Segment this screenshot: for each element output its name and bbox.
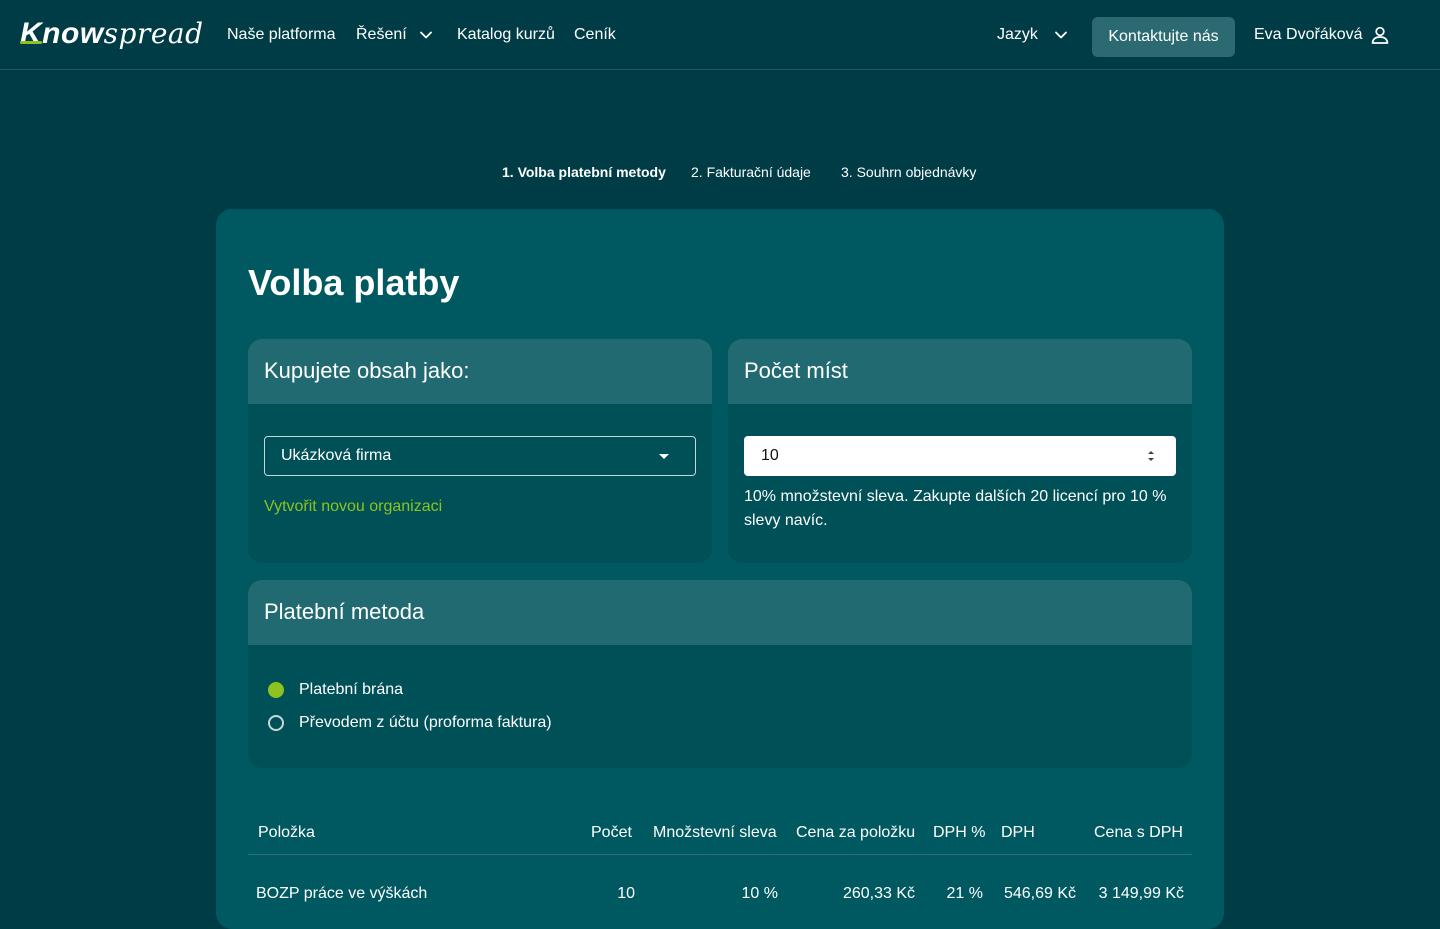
page-title: Volba platby: [248, 262, 460, 303]
language-selector[interactable]: Jazyk: [997, 24, 1038, 46]
cell-vat: 546,69 Kč: [1003, 885, 1076, 902]
column-header-vat-percent: DPH %: [933, 824, 986, 841]
step-payment-method[interactable]: 1. Volba platební metody: [502, 162, 666, 182]
user-menu-name[interactable]: Eva Dvořáková: [1254, 24, 1363, 46]
seats-panel-title: Počet míst: [744, 358, 848, 383]
payment-method-title: Platební metoda: [264, 599, 425, 624]
step-billing-details[interactable]: 2. Fakturační údaje: [691, 162, 811, 182]
seats-panel: Počet míst 10 10% množstevní sleva. Zaku…: [728, 339, 1192, 563]
payment-method-panel: Platební metoda Platební brána Převodem …: [248, 580, 1192, 768]
user-icon[interactable]: [1370, 25, 1390, 45]
table-row: BOZP práce ve výškách 10 10 % 260,33 Kč …: [248, 879, 1192, 909]
nav-link-platform[interactable]: Naše platforma: [227, 24, 336, 46]
payment-option-label: Platební brána: [299, 681, 404, 698]
payment-method-header: Platební metoda: [248, 580, 1192, 645]
chevron-down-icon[interactable]: [418, 27, 434, 43]
caret-down-icon: [659, 454, 669, 459]
volume-discount-note: 10% množstevní sleva. Zakupte dalších 20…: [744, 488, 1167, 529]
nav-link-pricing[interactable]: Ceník: [574, 24, 616, 46]
seats-count-input[interactable]: 10: [744, 436, 1176, 476]
chevron-down-icon[interactable]: [1053, 27, 1069, 43]
cell-unit-price: 260,33 Kč: [842, 885, 915, 902]
organization-select-value: Ukázková firma: [281, 447, 392, 464]
cell-price-with-vat: 3 149,99 Kč: [1098, 885, 1184, 902]
nav-link-course-catalog[interactable]: Katalog kurzů: [457, 24, 555, 46]
cell-item-name: BOZP práce ve výškách: [256, 885, 428, 902]
logo-light-text: spread: [103, 17, 204, 50]
column-header-vat: DPH: [1001, 824, 1035, 841]
nav-link-solutions[interactable]: Řešení: [356, 24, 407, 46]
column-header-volume-discount: Množstevní sleva: [653, 824, 777, 841]
create-organization-link[interactable]: Vytvořit novou organizaci: [264, 497, 442, 517]
buyer-panel-title: Kupujete obsah jako:: [264, 358, 470, 383]
seats-count-value: 10: [761, 447, 779, 464]
column-header-item: Položka: [258, 824, 315, 841]
buyer-panel: Kupujete obsah jako: Ukázková firma Vytv…: [248, 339, 712, 563]
logo-bold-text: Know: [20, 17, 104, 50]
cell-count: 10: [617, 885, 635, 902]
organization-select[interactable]: Ukázková firma: [264, 436, 696, 476]
column-header-price-with-vat: Cena s DPH: [1094, 824, 1183, 841]
payment-card: Volba platby Kupujete obsah jako: Ukázko…: [216, 209, 1224, 929]
checkout-steps: 1. Volba platební metody 2. Fakturační ú…: [0, 162, 1440, 182]
cell-vat-percent: 21 %: [946, 885, 983, 902]
knowspread-logo[interactable]: Knowspread: [20, 14, 204, 54]
seats-panel-header: Počet míst: [728, 339, 1192, 404]
order-table-header: Položka Počet Množstevní sleva Cena za p…: [248, 821, 1192, 855]
column-header-count: Počet: [591, 824, 632, 841]
radio-unchecked-icon[interactable]: [268, 715, 284, 731]
contact-us-button[interactable]: Kontaktujte nás: [1092, 17, 1235, 57]
stepper-arrows-icon[interactable]: [1146, 447, 1156, 465]
cell-volume-discount: 10 %: [741, 885, 778, 902]
column-header-unit-price: Cena za položku: [796, 824, 916, 841]
radio-checked-icon[interactable]: [268, 682, 284, 698]
buyer-panel-header: Kupujete obsah jako:: [248, 339, 712, 404]
top-navigation: Knowspread Naše platforma Řešení Katalog…: [0, 0, 1440, 70]
step-order-summary[interactable]: 3. Souhrn objednávky: [841, 162, 976, 182]
payment-option-label: Převodem z účtu (proforma faktura): [299, 714, 552, 731]
